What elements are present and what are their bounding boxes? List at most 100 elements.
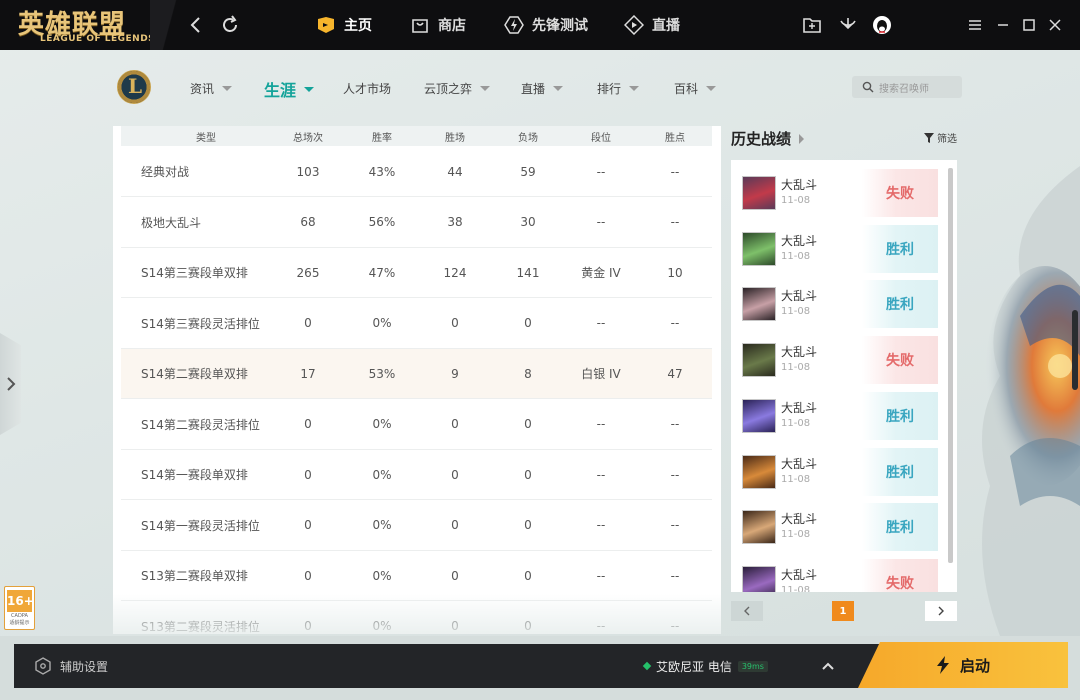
- subnav-talent-market[interactable]: 人才市场: [343, 80, 391, 97]
- row-value: 0: [304, 518, 312, 532]
- nav-home-label: 主页: [344, 18, 372, 34]
- match-result: 失败: [862, 336, 938, 385]
- match-history-item[interactable]: 大乱斗 11-08 胜利: [731, 216, 939, 273]
- champion-avatar: [742, 454, 776, 489]
- refresh-icon[interactable]: [218, 13, 242, 37]
- assist-settings-label: 辅助设置: [60, 659, 109, 674]
- chevron-right-icon[interactable]: [5, 376, 17, 392]
- subnav-ranking-label: 排行: [597, 82, 622, 96]
- match-date: 11-08: [781, 250, 811, 262]
- nav-live[interactable]: 直播: [624, 0, 680, 50]
- match-history-title[interactable]: 历史战绩: [731, 128, 805, 149]
- row-value: 白银 IV: [581, 367, 621, 381]
- match-result: 胜利: [862, 447, 938, 496]
- subnav-wiki[interactable]: 百科: [674, 80, 717, 97]
- row-value: 8: [524, 366, 532, 381]
- current-page[interactable]: 1: [832, 601, 854, 621]
- row-value: --: [670, 417, 680, 431]
- header-winrate: 胜率: [372, 132, 392, 144]
- download-icon[interactable]: [836, 13, 860, 37]
- menu-icon[interactable]: [966, 16, 984, 34]
- filter-button[interactable]: 筛选: [924, 130, 957, 145]
- match-date: 11-08: [781, 362, 811, 374]
- subnav-ranking[interactable]: 排行: [597, 80, 640, 97]
- close-icon[interactable]: [1046, 16, 1064, 34]
- row-value: --: [596, 417, 606, 431]
- subnav-tft-label: 云顶之弈: [424, 82, 473, 96]
- match-history-item[interactable]: 大乱斗 11-08 失败: [731, 160, 939, 217]
- row-value: --: [670, 518, 680, 532]
- age-rating-badge: 16+ CADPA 适龄提示: [4, 586, 35, 630]
- table-row: S14第一赛段单双排 0 0% 0 0 -- --: [121, 450, 712, 500]
- subnav-news[interactable]: 资讯: [190, 80, 233, 97]
- row-value: 44: [447, 164, 463, 179]
- subnav-career-label: 生涯: [264, 81, 297, 100]
- next-page-button[interactable]: [925, 601, 957, 621]
- subnav-news-label: 资讯: [190, 82, 215, 96]
- match-date: 11-08: [781, 417, 811, 429]
- table-row: S14第三赛段单双排 265 47% 124 141 黄金 IV 10: [121, 248, 712, 298]
- server-name: 艾欧尼亚 电信: [656, 659, 732, 674]
- row-value: 0: [451, 316, 459, 330]
- lightning-icon: [936, 656, 949, 674]
- row-value: 38: [447, 215, 463, 229]
- row-value: 68: [300, 215, 316, 229]
- nav-pioneer-test[interactable]: 先锋测试: [504, 0, 588, 50]
- row-value: 30: [520, 215, 536, 229]
- row-value: --: [596, 316, 606, 330]
- match-result: 失败: [862, 558, 938, 592]
- match-history-item[interactable]: 大乱斗 11-08 失败: [731, 327, 939, 385]
- match-history-item[interactable]: 大乱斗 11-08 胜利: [731, 494, 939, 552]
- row-value: 124: [443, 265, 467, 280]
- row-value: 0: [524, 467, 532, 482]
- subnav-live[interactable]: 直播: [521, 80, 564, 97]
- row-value: 0: [304, 467, 312, 482]
- age-rating-text: 适龄提示: [9, 620, 30, 626]
- table-header: 类型 总场次 胜率 胜场 负场 段位 胜点: [121, 126, 712, 146]
- prev-page-button[interactable]: [731, 601, 763, 621]
- game-folder-icon[interactable]: [800, 13, 824, 37]
- match-date: 11-08: [781, 195, 811, 206]
- row-value: 0%: [372, 467, 392, 482]
- match-history-item[interactable]: 大乱斗 11-08 胜利: [731, 383, 939, 440]
- match-date: 11-08: [781, 584, 811, 592]
- launch-button[interactable]: 启动: [858, 642, 1068, 688]
- row-value: 43%: [368, 164, 396, 179]
- back-icon[interactable]: [184, 13, 208, 37]
- history-scrollbar[interactable]: [948, 168, 953, 563]
- lol-emblem[interactable]: L: [117, 70, 151, 104]
- page-scrollbar[interactable]: [1072, 310, 1078, 390]
- summoner-search-input[interactable]: 搜索召唤师: [852, 76, 962, 98]
- match-history-list[interactable]: 大乱斗 11-08 失败 大乱斗 11-08 胜利 大乱斗 11-08 胜利 大乱斗 11-08 失败…: [731, 160, 957, 592]
- row-value: 0: [451, 467, 459, 482]
- chevron-up-icon[interactable]: [820, 658, 836, 674]
- server-selector[interactable]: 艾欧尼亚 电信 39ms: [642, 644, 768, 688]
- match-history-item[interactable]: 大乱斗 11-08 胜利: [731, 439, 939, 496]
- chevron-down-icon: [706, 86, 717, 91]
- minimize-icon[interactable]: [994, 16, 1012, 34]
- row-value: 141: [516, 265, 540, 280]
- champion-avatar: [742, 510, 776, 545]
- match-history-item[interactable]: 大乱斗 11-08 失败: [731, 550, 939, 592]
- row-value: --: [596, 215, 606, 229]
- row-value: 47%: [368, 265, 396, 280]
- match-history-item[interactable]: 大乱斗 11-08 胜利: [731, 271, 939, 329]
- nav-home[interactable]: 主页: [316, 0, 372, 50]
- row-value: 0: [524, 417, 532, 431]
- subnav-tft[interactable]: 云顶之弈: [424, 80, 491, 97]
- live-icon: [624, 15, 644, 35]
- chevron-down-icon: [629, 86, 640, 91]
- match-result: 胜利: [862, 503, 938, 552]
- nav-store[interactable]: 商店: [410, 0, 466, 50]
- title-bar: 英雄联盟 LEAGUE OF LEGENDS 主页 商店 先锋测试 直播: [0, 0, 1080, 50]
- subnav-career[interactable]: 生涯: [264, 77, 315, 101]
- store-icon: [412, 19, 428, 33]
- maximize-icon[interactable]: [1020, 16, 1038, 34]
- row-value: 10: [667, 265, 683, 280]
- header-rank: 段位: [591, 132, 611, 144]
- assist-settings-button[interactable]: 辅助设置: [34, 644, 108, 688]
- qq-avatar-icon[interactable]: [870, 13, 894, 37]
- hexagon-settings-icon: [35, 657, 51, 675]
- row-value: --: [670, 316, 680, 330]
- row-value: 53%: [368, 366, 396, 381]
